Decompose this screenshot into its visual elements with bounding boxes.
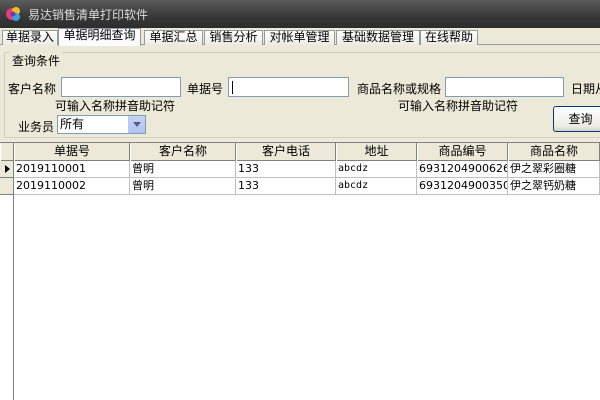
doc-number-input[interactable] [228, 77, 349, 97]
tab-online-help[interactable]: 在线帮助 [420, 30, 478, 45]
column-header-doc-number[interactable]: 单据号 [14, 143, 130, 161]
column-header-address[interactable]: 地址 [336, 143, 417, 161]
window-title: 易达销售清单打印软件 [28, 8, 149, 22]
doc-number-label: 单据号 [187, 82, 224, 96]
salesman-label: 业务员 [18, 120, 55, 134]
query-button[interactable]: 查询 [553, 106, 600, 132]
app-logo-icon [6, 7, 20, 21]
chevron-down-icon[interactable] [128, 116, 145, 133]
cell-address[interactable]: abcdz [336, 161, 417, 178]
product-name-hint: 可输入名称拼音助记符 [398, 99, 519, 113]
cell-customer-phone[interactable]: 133 [236, 161, 336, 178]
cell-customer-phone[interactable]: 133 [236, 178, 336, 195]
tab-statement-management[interactable]: 对帐单管理 [264, 30, 335, 45]
query-conditions-title: 查询条件 [10, 52, 63, 69]
cell-address[interactable]: abcdz [336, 178, 417, 195]
text-caret [232, 81, 233, 94]
tab-document-entry[interactable]: 单据录入 [2, 30, 58, 45]
row-indicator[interactable] [0, 161, 14, 178]
title-bar: 易达销售清单打印软件 [0, 0, 600, 28]
column-header-customer-name[interactable]: 客户名称 [130, 143, 236, 161]
cell-doc-number[interactable]: 2019110001 [14, 161, 130, 178]
product-name-label: 商品名称或规格 [357, 82, 442, 96]
customer-name-input[interactable] [61, 77, 181, 97]
customer-name-hint: 可输入名称拼音助记符 [55, 99, 176, 113]
date-from-label: 日期从 [571, 82, 600, 96]
salesman-select[interactable]: 所有 [57, 115, 146, 134]
current-row-arrow-icon [5, 165, 10, 173]
cell-customer-name[interactable]: 曾明 [130, 178, 236, 195]
tab-document-detail-query[interactable]: 单据明细查询 [58, 28, 141, 46]
column-header-product-code[interactable]: 商品编号 [417, 143, 508, 161]
salesman-selected-value: 所有 [60, 117, 85, 131]
table-row[interactable]: 2019110001 曾明 133 abcdz 6931204900626 伊之… [0, 161, 600, 178]
row-indicator-column [0, 161, 14, 400]
cell-product-name[interactable]: 伊之翠彩圈糖 [508, 161, 600, 178]
cell-doc-number[interactable]: 2019110002 [14, 178, 130, 195]
results-grid[interactable]: 单据号 客户名称 客户电话 地址 商品编号 商品名称 2019110001 曾明… [0, 142, 600, 400]
tab-basic-data-management[interactable]: 基础数据管理 [336, 30, 420, 45]
grid-header: 单据号 客户名称 客户电话 地址 商品编号 商品名称 [0, 143, 600, 161]
cell-customer-name[interactable]: 曾明 [130, 161, 236, 178]
row-indicator[interactable] [0, 178, 14, 195]
cell-product-code[interactable]: 6931204900350 [417, 178, 508, 195]
customer-name-label: 客户名称 [8, 82, 57, 96]
grid-corner [0, 143, 14, 161]
table-row[interactable]: 2019110002 曾明 133 abcdz 6931204900350 伊之… [0, 178, 600, 195]
cell-product-name[interactable]: 伊之翠钙奶糖 [508, 178, 600, 195]
tab-document-summary[interactable]: 单据汇总 [144, 30, 203, 45]
tab-sales-analysis[interactable]: 销售分析 [204, 30, 263, 45]
column-header-product-name[interactable]: 商品名称 [508, 143, 600, 161]
cell-product-code[interactable]: 6931204900626 [417, 161, 508, 178]
main-tab-bar: 单据录入 单据明细查询 单据汇总 销售分析 对帐单管理 基础数据管理 在线帮助 [0, 28, 600, 46]
product-name-input[interactable] [445, 77, 564, 97]
column-header-customer-phone[interactable]: 客户电话 [236, 143, 336, 161]
query-panel: 查询条件 客户名称 可输入名称拼音助记符 单据号 商品名称或规格 可输入名称拼音… [0, 45, 600, 142]
